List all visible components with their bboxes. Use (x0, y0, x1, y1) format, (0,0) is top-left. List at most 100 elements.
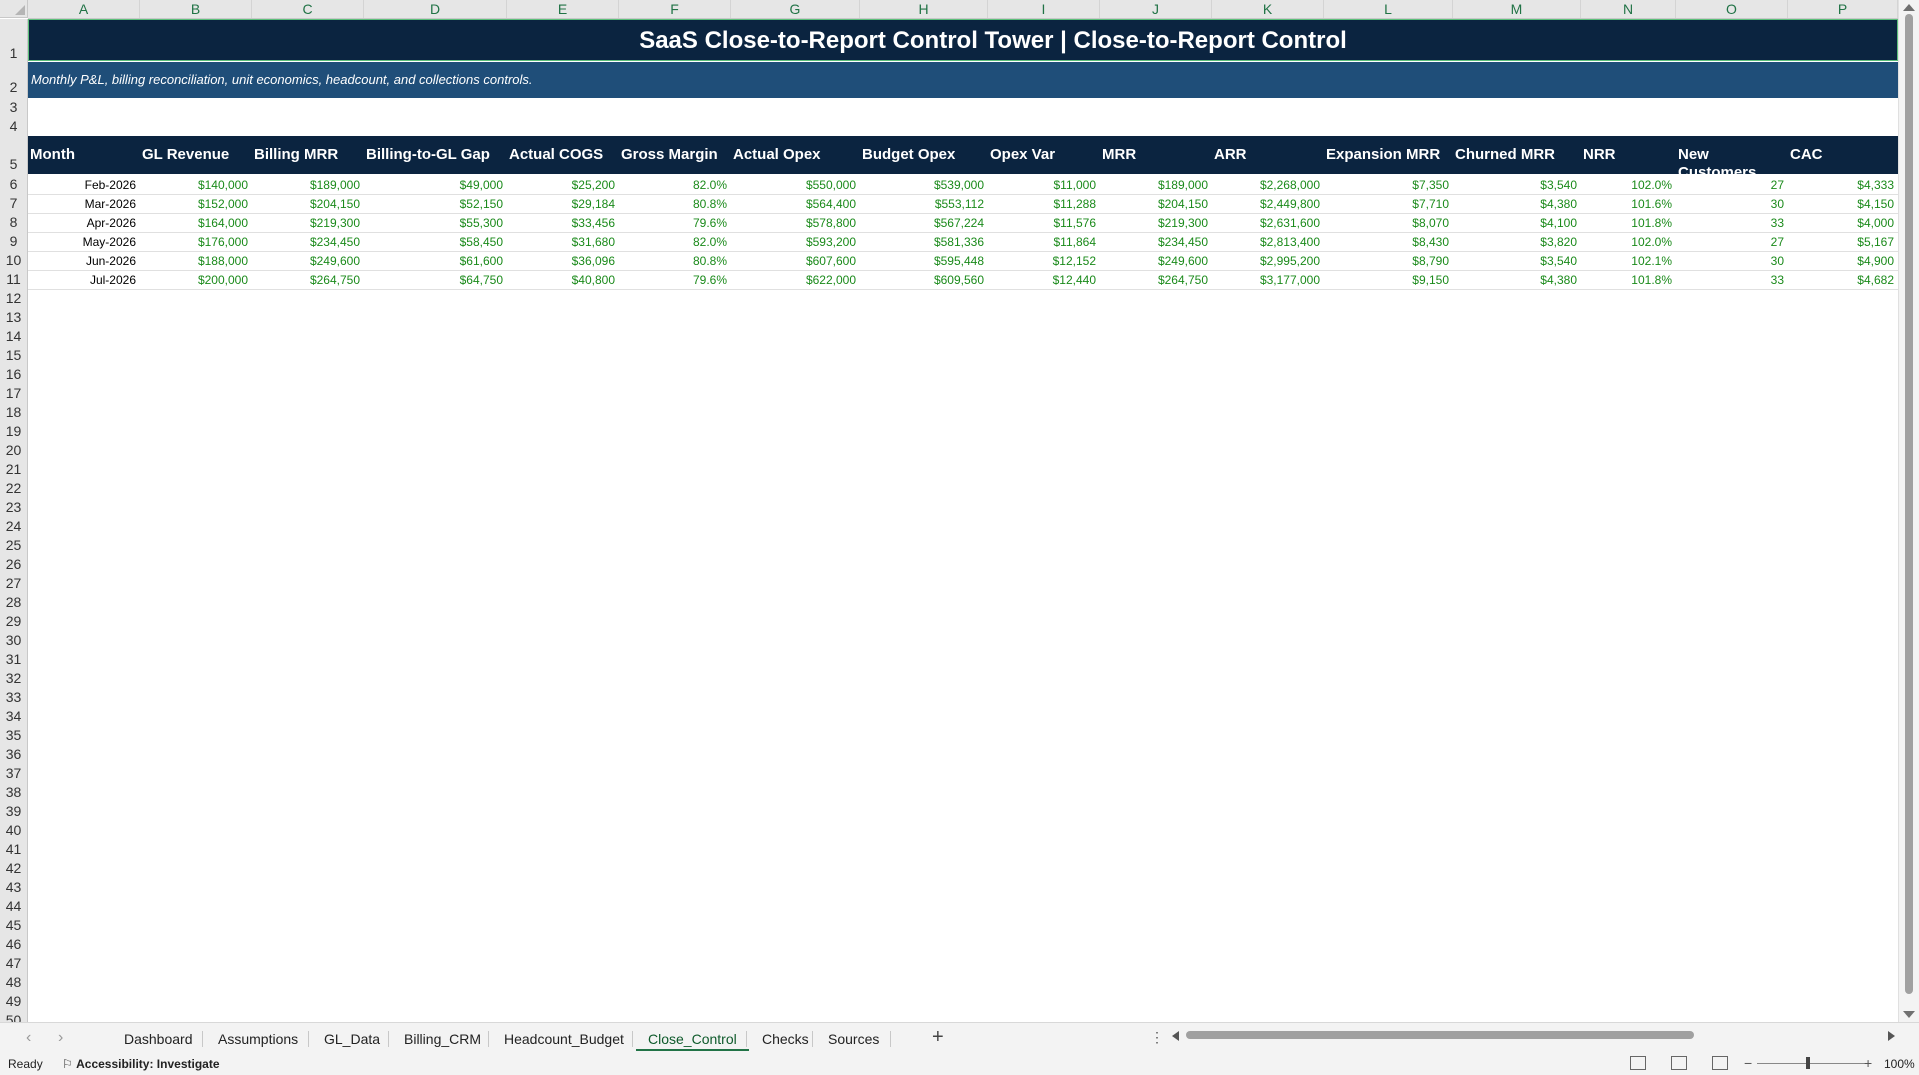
row-header-38[interactable]: 38 (0, 784, 27, 800)
value-cell[interactable]: $2,631,600 (1212, 214, 1320, 232)
value-cell[interactable]: 102.1% (1581, 252, 1672, 270)
value-cell[interactable]: $3,177,000 (1212, 271, 1320, 289)
row-header-23[interactable]: 23 (0, 499, 27, 515)
column-header-p[interactable]: P (1788, 0, 1898, 18)
row-header-39[interactable]: 39 (0, 803, 27, 819)
value-cell[interactable]: $4,000 (1788, 214, 1894, 232)
value-cell[interactable]: $607,600 (731, 252, 856, 270)
sheet-tab-checks[interactable]: Checks (750, 1029, 821, 1049)
row-header-6[interactable]: 6 (0, 176, 27, 192)
value-cell[interactable]: $25,200 (507, 176, 615, 194)
zoom-in-icon[interactable]: + (1864, 1055, 1872, 1071)
value-cell[interactable]: $200,000 (140, 271, 248, 289)
value-cell[interactable]: $4,380 (1453, 195, 1577, 213)
value-cell[interactable]: $7,350 (1324, 176, 1449, 194)
column-title-nrr[interactable]: NRR (1583, 146, 1674, 164)
row-header-37[interactable]: 37 (0, 765, 27, 781)
row-header-15[interactable]: 15 (0, 347, 27, 363)
column-header-d[interactable]: D (364, 0, 507, 18)
row-header-28[interactable]: 28 (0, 594, 27, 610)
sheet-tab-gl-data[interactable]: GL_Data (312, 1029, 392, 1049)
tab-scroll-left-icon[interactable]: ‹ (26, 1029, 31, 1047)
value-cell[interactable]: $219,300 (1100, 214, 1208, 232)
value-cell[interactable]: 101.8% (1581, 214, 1672, 232)
column-title-gross-margin[interactable]: Gross Margin (621, 146, 729, 164)
month-cell[interactable]: Feb-2026 (28, 176, 136, 194)
zoom-level[interactable]: 100% (1884, 1057, 1915, 1071)
page-layout-view-icon[interactable] (1671, 1056, 1687, 1070)
value-cell[interactable]: $578,800 (731, 214, 856, 232)
column-title-actual-opex[interactable]: Actual Opex (733, 146, 858, 164)
row-header-42[interactable]: 42 (0, 860, 27, 876)
value-cell[interactable]: $4,682 (1788, 271, 1894, 289)
row-header-16[interactable]: 16 (0, 366, 27, 382)
value-cell[interactable]: $33,456 (507, 214, 615, 232)
row-header-35[interactable]: 35 (0, 727, 27, 743)
value-cell[interactable]: $2,813,400 (1212, 233, 1320, 251)
row-header-44[interactable]: 44 (0, 898, 27, 914)
sheet-tab-headcount-budget[interactable]: Headcount_Budget (492, 1029, 636, 1049)
column-header-f[interactable]: F (619, 0, 731, 18)
value-cell[interactable]: $3,540 (1453, 176, 1577, 194)
value-cell[interactable]: $8,070 (1324, 214, 1449, 232)
vertical-scroll-thumb[interactable] (1905, 14, 1913, 994)
month-cell[interactable]: Jun-2026 (28, 252, 136, 270)
column-header-e[interactable]: E (507, 0, 619, 18)
page-break-view-icon[interactable] (1712, 1056, 1728, 1070)
row-header-13[interactable]: 13 (0, 309, 27, 325)
sheet-tab-close-control[interactable]: Close_Control (636, 1029, 749, 1051)
row-header-2[interactable]: 2 (0, 79, 27, 95)
zoom-slider[interactable] (1757, 1063, 1865, 1064)
value-cell[interactable]: 80.8% (619, 252, 727, 270)
value-cell[interactable]: $164,000 (140, 214, 248, 232)
value-cell[interactable]: $11,288 (988, 195, 1097, 213)
row-header-22[interactable]: 22 (0, 480, 27, 496)
value-cell[interactable]: $2,268,000 (1212, 176, 1320, 194)
value-cell[interactable]: $2,995,200 (1212, 252, 1320, 270)
value-cell[interactable]: $55,300 (364, 214, 503, 232)
normal-view-icon[interactable] (1630, 1056, 1646, 1070)
row-header-17[interactable]: 17 (0, 385, 27, 401)
row-header-10[interactable]: 10 (0, 252, 27, 268)
title-banner[interactable]: SaaS Close-to-Report Control Tower | Clo… (28, 19, 1898, 61)
row-header-11[interactable]: 11 (0, 271, 27, 287)
value-cell[interactable]: $3,540 (1453, 252, 1577, 270)
value-cell[interactable]: $8,790 (1324, 252, 1449, 270)
month-cell[interactable]: Apr-2026 (28, 214, 136, 232)
row-header-3[interactable]: 3 (0, 99, 27, 115)
column-title-month[interactable]: Month (30, 146, 138, 164)
value-cell[interactable]: $9,150 (1324, 271, 1449, 289)
value-cell[interactable]: $4,150 (1788, 195, 1894, 213)
value-cell[interactable]: $264,750 (252, 271, 360, 289)
value-cell[interactable]: 82.0% (619, 176, 727, 194)
column-title-budget-opex[interactable]: Budget Opex (862, 146, 986, 164)
month-cell[interactable]: Mar-2026 (28, 195, 136, 213)
value-cell[interactable]: $40,800 (507, 271, 615, 289)
subtitle-banner[interactable]: Monthly P&L, billing reconciliation, uni… (28, 62, 1898, 98)
value-cell[interactable]: 30 (1676, 252, 1784, 270)
row-header-25[interactable]: 25 (0, 537, 27, 553)
scroll-up-icon[interactable] (1903, 4, 1915, 11)
sheet-tab-dashboard[interactable]: Dashboard (112, 1029, 205, 1049)
value-cell[interactable]: $550,000 (731, 176, 856, 194)
column-title-expansion-mrr[interactable]: Expansion MRR (1326, 146, 1451, 164)
row-header-40[interactable]: 40 (0, 822, 27, 838)
row-header-19[interactable]: 19 (0, 423, 27, 439)
value-cell[interactable]: $189,000 (1100, 176, 1208, 194)
value-cell[interactable]: $539,000 (860, 176, 984, 194)
value-cell[interactable]: $36,096 (507, 252, 615, 270)
sheet-tab-billing-crm[interactable]: Billing_CRM (392, 1029, 493, 1049)
zoom-slider-handle[interactable] (1806, 1057, 1810, 1069)
value-cell[interactable]: 27 (1676, 176, 1784, 194)
value-cell[interactable]: $140,000 (140, 176, 248, 194)
value-cell[interactable]: $188,000 (140, 252, 248, 270)
row-header-31[interactable]: 31 (0, 651, 27, 667)
column-title-mrr[interactable]: MRR (1102, 146, 1210, 164)
value-cell[interactable]: $264,750 (1100, 271, 1208, 289)
value-cell[interactable]: $11,000 (988, 176, 1097, 194)
row-header-7[interactable]: 7 (0, 195, 27, 211)
value-cell[interactable]: $8,430 (1324, 233, 1449, 251)
add-sheet-button[interactable]: + (932, 1026, 944, 1049)
row-header-49[interactable]: 49 (0, 993, 27, 1009)
value-cell[interactable]: $2,449,800 (1212, 195, 1320, 213)
